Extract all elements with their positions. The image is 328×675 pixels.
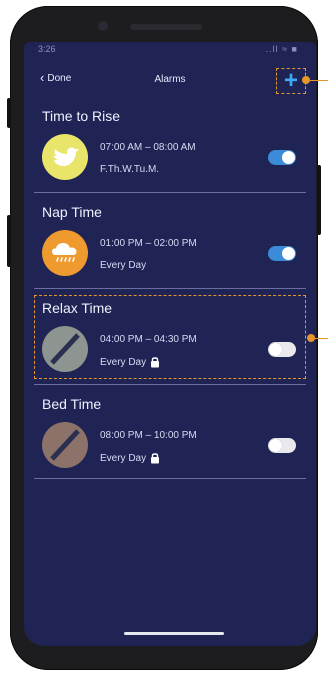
alarm-times: 07:00 AM – 08:00 AM	[100, 142, 196, 153]
annotation-line-add	[308, 80, 328, 81]
annotation-highlight-relax-time	[34, 295, 306, 379]
divider	[34, 192, 306, 193]
page-title: Alarms	[154, 74, 186, 85]
mute-switch	[7, 98, 11, 128]
alarm-name: Bed Time	[42, 396, 102, 412]
nav-bar: ‹ Done Alarms +	[24, 68, 316, 96]
lock-icon	[151, 453, 160, 464]
divider	[34, 384, 306, 385]
divider	[34, 478, 306, 479]
status-bar: 3:26 ..ll ≈ ■	[24, 42, 316, 56]
alarm-toggle[interactable]	[268, 150, 296, 165]
alarm-days-label: Every Day	[100, 260, 147, 271]
home-indicator[interactable]	[124, 632, 224, 635]
front-camera	[98, 21, 108, 31]
toggle-knob	[282, 151, 295, 164]
app-screen: 3:26 ..ll ≈ ■ ‹ Done Alarms + Time to Ri…	[24, 42, 316, 646]
alarm-times: 08:00 PM – 10:00 PM	[100, 430, 197, 441]
alarm-item-time-to-rise[interactable]: Time to Rise 07:00 AM – 08:00 AM F.Th.W.…	[24, 108, 316, 204]
alarm-days: Every Day	[100, 260, 146, 271]
status-icons: ..ll ≈ ■	[265, 44, 298, 54]
divider	[34, 288, 306, 289]
alarm-toggle[interactable]	[268, 438, 296, 453]
status-time: 3:26	[38, 44, 56, 54]
toggle-knob	[282, 247, 295, 260]
speaker-grille	[130, 24, 202, 30]
toggle-knob	[269, 439, 282, 452]
alarm-days-label: Every Day	[100, 452, 147, 464]
alarm-name: Nap Time	[42, 204, 102, 220]
alarm-days: F.Th.W.Tu.M.	[100, 164, 159, 175]
alarm-days: Every Day	[100, 452, 160, 464]
alarm-times: 01:00 PM – 02:00 PM	[100, 238, 197, 249]
volume-button	[7, 215, 11, 267]
alarm-toggle[interactable]	[268, 246, 296, 261]
power-button	[317, 165, 321, 235]
disabled-icon	[42, 422, 88, 468]
plus-icon: +	[283, 67, 298, 94]
rain-cloud-icon	[42, 230, 88, 276]
alarm-name: Time to Rise	[42, 108, 121, 124]
bird-icon	[42, 134, 88, 180]
alarm-days-label: F.Th.W.Tu.M.	[100, 164, 160, 175]
annotation-line-relax	[313, 338, 328, 339]
alarm-item-nap-time[interactable]: Nap Time 01:00 PM – 02:00 PM Every Day	[24, 204, 316, 300]
